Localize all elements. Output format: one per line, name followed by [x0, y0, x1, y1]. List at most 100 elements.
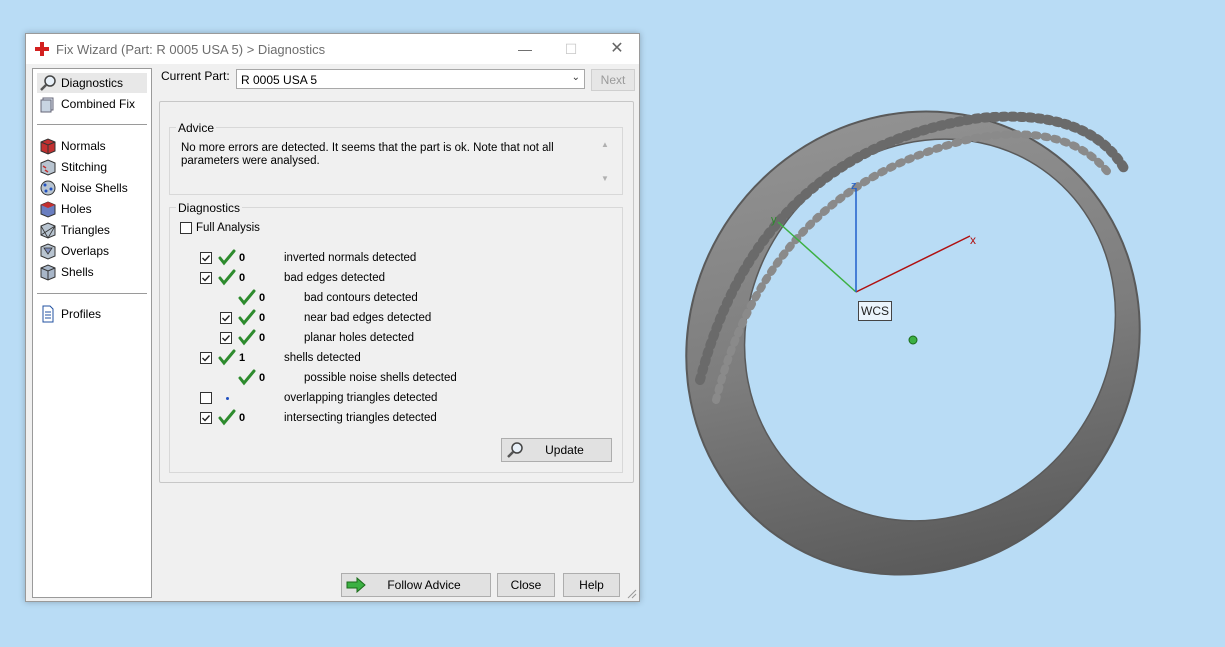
green-check-icon: [218, 269, 236, 287]
update-button[interactable]: Update: [501, 438, 612, 462]
diagnostic-checkbox[interactable]: [200, 272, 212, 284]
diagnostic-count: 0: [259, 312, 266, 324]
advice-scrollbar[interactable]: ▲ ▼: [599, 140, 611, 188]
x-axis-label: x: [970, 233, 976, 247]
z-axis-label: z: [851, 180, 857, 192]
green-check-icon: [238, 289, 256, 307]
green-check-icon: [218, 409, 236, 427]
sidebar-item-label: Overlaps: [61, 244, 110, 258]
stitching-icon: [40, 159, 56, 176]
y-axis-label: y: [771, 214, 777, 226]
sidebar-item-diagnostics[interactable]: Diagnostics: [37, 73, 147, 93]
diagnostic-label: intersecting triangles detected: [284, 412, 437, 424]
arrow-right-icon: [346, 577, 366, 593]
sidebar-item-label: Triangles: [61, 223, 110, 237]
scroll-down-icon[interactable]: ▼: [599, 174, 611, 183]
scroll-up-icon[interactable]: ▲: [599, 140, 611, 149]
diagnostic-count: 0: [239, 412, 246, 424]
sidebar-item-overlaps[interactable]: Overlaps: [37, 241, 147, 261]
sidebar-item-stitching[interactable]: Stitching: [37, 157, 147, 177]
profiles-icon: [42, 305, 54, 323]
diagnostic-count: 0: [259, 372, 266, 384]
wcs-label[interactable]: WCS: [858, 301, 892, 321]
diagnostic-count: 0: [259, 292, 266, 304]
pivot-point[interactable]: [908, 335, 918, 345]
close-window-button[interactable]: ✕: [594, 34, 640, 64]
not-analysed-dot-icon: [226, 397, 229, 400]
normals-icon: [40, 138, 56, 155]
sidebar-item-shells[interactable]: Shells: [37, 262, 147, 282]
diagnostic-label: shells detected: [284, 352, 361, 364]
sidebar-item-holes[interactable]: Holes: [37, 199, 147, 219]
triangles-icon: [40, 222, 56, 239]
noise-shells-icon: [40, 180, 56, 196]
diagnostic-label: bad contours detected: [304, 292, 418, 304]
follow-advice-button[interactable]: Follow Advice: [341, 573, 491, 597]
sidebar-divider: [37, 124, 147, 125]
diagnostic-label: overlapping triangles detected: [284, 392, 438, 404]
maximize-button[interactable]: ☐: [548, 34, 594, 64]
sidebar-item-label: Noise Shells: [61, 181, 128, 195]
shells-icon: [40, 264, 56, 281]
holes-icon: [40, 201, 56, 218]
window-title: Fix Wizard (Part: R 0005 USA 5) > Diagno…: [56, 42, 326, 57]
sidebar: Diagnostics Combined Fix Normals Stitchi…: [32, 68, 152, 598]
sidebar-item-label: Combined Fix: [61, 97, 136, 111]
magnifier-icon: [40, 75, 56, 91]
overlaps-icon: [40, 243, 56, 260]
diagnostic-label: planar holes detected: [304, 332, 414, 344]
diagnostic-label: possible noise shells detected: [304, 372, 457, 384]
full-analysis-checkbox[interactable]: [180, 222, 192, 234]
help-button[interactable]: Help: [563, 573, 620, 597]
green-check-icon: [238, 329, 256, 347]
sidebar-divider: [37, 293, 147, 294]
current-part-select[interactable]: R 0005 USA 5 ⌄: [236, 69, 585, 89]
diagnostic-checkbox[interactable]: [220, 312, 232, 324]
sidebar-item-label: Shells: [61, 265, 94, 279]
sidebar-item-label: Diagnostics: [61, 76, 124, 90]
diagnostic-checkbox[interactable]: [200, 352, 212, 364]
minimize-button[interactable]: —: [502, 34, 548, 64]
app-cross-icon: [35, 42, 49, 56]
green-check-icon: [218, 249, 236, 267]
diagnostic-count: 0: [259, 332, 266, 344]
sidebar-item-triangles[interactable]: Triangles: [37, 220, 147, 240]
diagnostics-heading: Diagnostics: [176, 201, 243, 215]
close-button[interactable]: Close: [497, 573, 555, 597]
diagnostic-count: 1: [239, 352, 246, 364]
diagnostic-checkbox[interactable]: [200, 252, 212, 264]
sidebar-item-normals[interactable]: Normals: [37, 136, 147, 156]
fix-wizard-dialog: Fix Wizard (Part: R 0005 USA 5) > Diagno…: [25, 33, 640, 602]
combined-fix-icon: [40, 97, 54, 113]
magnifier-icon: [507, 442, 523, 458]
green-check-icon: [218, 349, 236, 367]
advice-text: No more errors are detected. It seems th…: [181, 142, 554, 167]
update-button-label: Update: [545, 443, 584, 457]
green-check-icon: [238, 369, 256, 387]
diagnostic-label: bad edges detected: [284, 272, 386, 284]
diagnostic-count: 0: [239, 272, 246, 284]
sidebar-item-label: Stitching: [61, 160, 108, 174]
next-button[interactable]: Next: [591, 69, 635, 91]
diagnostic-checkbox[interactable]: [200, 392, 212, 404]
resize-grip-icon[interactable]: [627, 589, 637, 599]
sidebar-item-noise-shells[interactable]: Noise Shells: [37, 178, 147, 198]
diagnostic-label: inverted normals detected: [284, 252, 417, 264]
sidebar-item-combined-fix[interactable]: Combined Fix: [37, 94, 147, 114]
sidebar-item-label: Normals: [61, 139, 106, 153]
current-part-value: R 0005 USA 5: [241, 73, 318, 87]
title-bar[interactable]: Fix Wizard (Part: R 0005 USA 5) > Diagno…: [26, 34, 639, 64]
advice-heading: Advice: [176, 121, 217, 135]
full-analysis-label: Full Analysis: [196, 222, 260, 234]
current-part-label: Current Part:: [161, 69, 230, 83]
sidebar-item-label: Profiles: [61, 307, 102, 321]
diagnostic-checkbox[interactable]: [220, 332, 232, 344]
diagnostic-count: 0: [239, 252, 246, 264]
green-check-icon: [238, 309, 256, 327]
follow-advice-label: Follow Advice: [387, 578, 461, 592]
sidebar-item-label: Holes: [61, 202, 92, 216]
sidebar-item-profiles[interactable]: Profiles: [37, 304, 147, 324]
diagnostic-label: near bad edges detected: [304, 312, 432, 324]
chevron-down-icon: ⌄: [571, 72, 580, 83]
diagnostic-checkbox[interactable]: [200, 412, 212, 424]
